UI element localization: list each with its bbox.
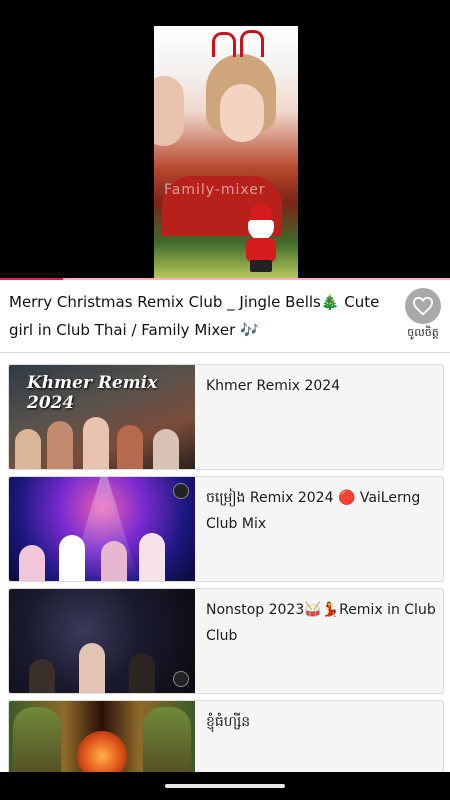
video-person-face — [220, 84, 264, 142]
now-playing-bar: Merry Christmas Remix Club _ Jingle Bell… — [0, 280, 450, 352]
home-indicator[interactable] — [165, 784, 285, 788]
list-item-title: Nonstop 2023🥁💃Remix in Club Club — [206, 602, 436, 644]
reindeer-antler-icon — [212, 32, 236, 57]
video-thumbnail[interactable]: Khmer Remix 2024 — [9, 365, 195, 469]
now-playing-title: Merry Christmas Remix Club _ Jingle Bell… — [9, 293, 380, 339]
channel-badge-icon — [173, 671, 189, 687]
favorite-button[interactable]: ចូលចិត្ត — [404, 288, 442, 342]
video-thumbnail[interactable] — [9, 701, 195, 773]
video-thumbnail[interactable] — [9, 589, 195, 693]
thumbnail-crowd — [9, 417, 195, 469]
thumbnail-crowd — [9, 529, 195, 581]
heart-outline-icon — [412, 296, 434, 316]
favorite-circle[interactable] — [405, 288, 441, 324]
santa-sticker-icon — [242, 204, 282, 274]
list-item[interactable]: Khmer Remix 2024 Khmer Remix 2024 — [8, 364, 444, 470]
video-watermark: Family-mixer — [164, 182, 266, 198]
list-item-title: ចម្រៀង Remix 2024 🔴 VaiLerng Club Mix — [206, 490, 421, 532]
video-thumbnail[interactable] — [9, 477, 195, 581]
list-item[interactable]: Nonstop 2023🥁💃Remix in Club Club — [8, 588, 444, 694]
favorite-label: ចូលចិត្ត — [407, 326, 439, 339]
system-home-bar — [0, 772, 450, 800]
thumbnail-caption: Khmer Remix 2024 — [27, 373, 158, 413]
list-item-title: Khmer Remix 2024 — [206, 378, 341, 394]
list-item-title: ខ្ញុំធំហ្សីន — [206, 714, 251, 730]
list-item[interactable]: ខ្ញុំធំហ្សីន — [8, 700, 444, 773]
mask-figure-left — [13, 707, 61, 773]
video-frame[interactable]: Family-mixer — [154, 26, 298, 278]
video-player[interactable]: Family-mixer — [0, 0, 450, 278]
channel-badge-icon — [173, 483, 189, 499]
list-item[interactable]: ចម្រៀង Remix 2024 🔴 VaiLerng Club Mix — [8, 476, 444, 582]
video-person-left — [154, 76, 184, 146]
mask-figure-right — [143, 707, 191, 773]
sun-emblem — [77, 731, 127, 773]
reindeer-antler-icon — [240, 30, 264, 57]
thumbnail-crowd — [9, 641, 195, 693]
playlist[interactable]: Khmer Remix 2024 Khmer Remix 2024 ចម្រៀង… — [0, 352, 450, 773]
